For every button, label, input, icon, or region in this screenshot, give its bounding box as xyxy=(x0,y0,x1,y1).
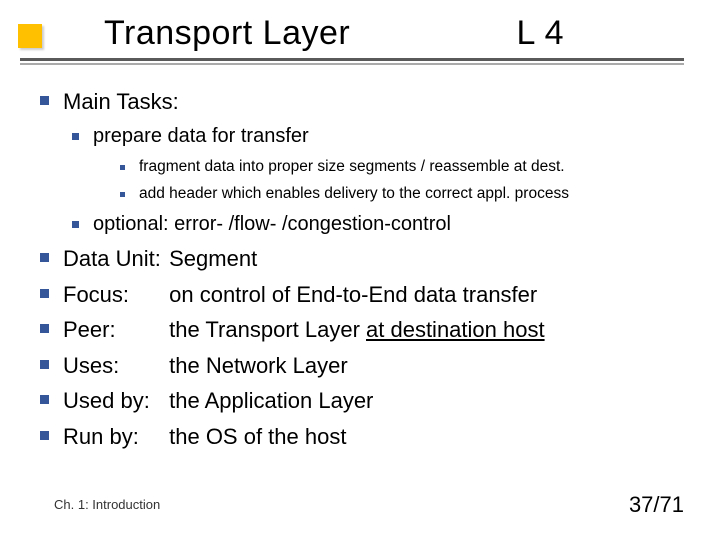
header-accent-icon xyxy=(18,24,42,48)
row-value: on control of End-to-End data transfer xyxy=(169,282,537,307)
row-value: Segment xyxy=(169,246,257,271)
header-rule-light xyxy=(20,63,684,65)
header-rule xyxy=(20,58,684,61)
bullet-header: add header which enables delivery to the… xyxy=(120,184,700,204)
row-label: Peer: xyxy=(63,316,163,344)
title-row: Transport Layer L 4 xyxy=(104,14,664,53)
bullet-icon xyxy=(120,192,125,197)
row-label: Uses: xyxy=(63,352,163,380)
bullet-text: Peer: the Transport Layer at destination… xyxy=(63,316,545,344)
row-label: Used by: xyxy=(63,387,163,415)
bullet-main-tasks: Main Tasks: xyxy=(40,88,700,116)
bullet-optional: optional: error- /flow- /congestion-cont… xyxy=(72,212,700,237)
bullet-icon xyxy=(40,360,49,369)
row-label: Run by: xyxy=(63,423,163,451)
bullet-text: Focus: on control of End-to-End data tra… xyxy=(63,281,537,309)
bullet-icon xyxy=(120,165,125,170)
bullet-peer: Peer: the Transport Layer at destination… xyxy=(40,316,700,344)
footer-page-number: 37/71 xyxy=(629,492,684,518)
bullet-icon xyxy=(40,253,49,262)
bullet-icon xyxy=(72,133,79,140)
bullet-text: Uses: the Network Layer xyxy=(63,352,348,380)
bullet-text: prepare data for transfer xyxy=(93,124,309,149)
bullet-runby: Run by: the OS of the host xyxy=(40,423,700,451)
bullet-text: Data Unit: Segment xyxy=(63,245,257,273)
bullet-fragment: fragment data into proper size segments … xyxy=(120,157,700,177)
bullet-focus: Focus: on control of End-to-End data tra… xyxy=(40,281,700,309)
bullet-icon xyxy=(40,431,49,440)
bullet-icon xyxy=(40,96,49,105)
bullet-text: optional: error- /flow- /congestion-cont… xyxy=(93,212,451,237)
row-value-underlined: at destination host xyxy=(366,317,545,342)
slide-title-right: L 4 xyxy=(516,14,564,53)
slide-title: Transport Layer xyxy=(104,14,350,53)
bullet-usedby: Used by: the Application Layer xyxy=(40,387,700,415)
row-value: the OS of the host xyxy=(169,424,346,449)
bullet-dataunit: Data Unit: Segment xyxy=(40,245,700,273)
bullet-icon xyxy=(40,324,49,333)
row-label: Data Unit: xyxy=(63,245,163,273)
slide-body: Main Tasks: prepare data for transfer fr… xyxy=(40,80,700,450)
row-label: Focus: xyxy=(63,281,163,309)
bullet-uses: Uses: the Network Layer xyxy=(40,352,700,380)
bullet-icon xyxy=(40,395,49,404)
row-value: the Network Layer xyxy=(169,353,348,378)
bullet-icon xyxy=(72,221,79,228)
bullet-text: fragment data into proper size segments … xyxy=(139,157,565,177)
bullet-prepare: prepare data for transfer xyxy=(72,124,700,149)
row-value: the Application Layer xyxy=(169,388,373,413)
footer-chapter: Ch. 1: Introduction xyxy=(54,497,160,512)
bullet-text: Main Tasks: xyxy=(63,88,179,116)
slide: Transport Layer L 4 Main Tasks: prepare … xyxy=(0,0,720,540)
row-value-prefix: the Transport Layer xyxy=(169,317,366,342)
bullet-icon xyxy=(40,289,49,298)
bullet-text: Used by: the Application Layer xyxy=(63,387,373,415)
bullet-text: add header which enables delivery to the… xyxy=(139,184,569,204)
bullet-text: Run by: the OS of the host xyxy=(63,423,346,451)
